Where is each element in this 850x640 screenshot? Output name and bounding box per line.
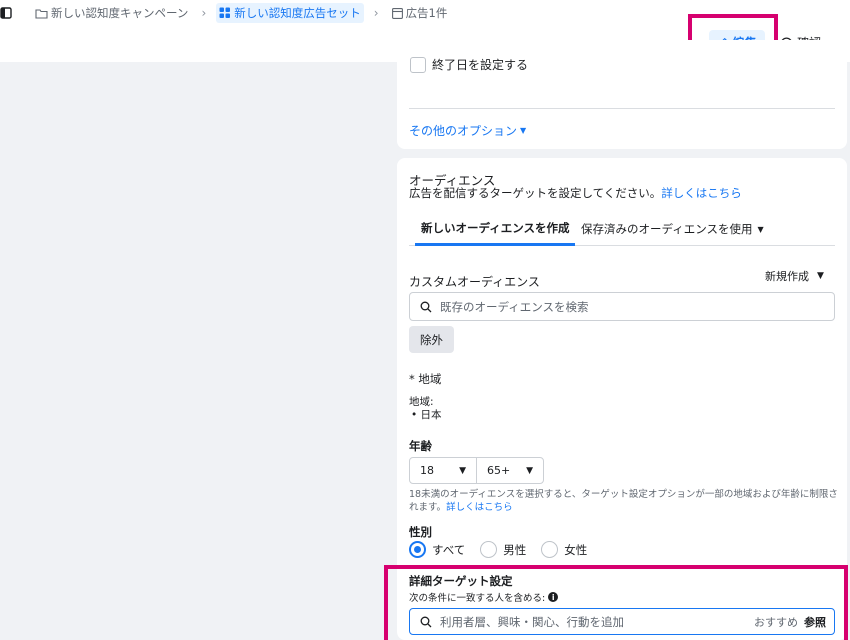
chevron-right-icon: › (201, 6, 207, 20)
radio-button[interactable] (541, 541, 559, 558)
breadcrumb-adset-label: 新しい認知度広告セット (234, 6, 361, 20)
new-create-label: 新規作成 (765, 270, 809, 283)
gender-option-all[interactable]: すべて (409, 541, 465, 558)
audience-subtitle: 広告を配信するターゲットを設定してください。詳しくはこちら (409, 185, 742, 201)
gender-option-label: 男性 (503, 542, 527, 557)
age-min-value: 18 (420, 464, 434, 477)
breadcrumb-adset[interactable]: 新しい認知度広告セット (216, 3, 364, 23)
folder-icon (35, 8, 48, 19)
gender-radio-group: すべて 男性 女性 (409, 541, 597, 558)
age-max-select[interactable]: 65+ ▼ (476, 457, 544, 484)
exclude-button[interactable]: 除外 (409, 326, 454, 353)
age-note-learn-more-link[interactable]: 詳しくはこちら (446, 502, 513, 513)
breadcrumb: 新しい認知度キャンペーン › 新しい認知度広告セット › 広告1件 (0, 3, 450, 23)
radio-button[interactable] (409, 541, 426, 558)
ad-icon (391, 7, 403, 19)
more-options-link[interactable]: その他のオプション ▼ (409, 122, 526, 139)
end-date-checkbox-row[interactable]: 終了日を設定する (410, 56, 528, 73)
age-note: 18未満のオーディエンスを選択すると、ターゲット設定オプションが一部の地域および… (409, 488, 839, 514)
tab-saved-audience[interactable]: 保存済みのオーディエンスを使用 ▼ (581, 212, 764, 246)
breadcrumb-ads-label: 広告1件 (405, 6, 448, 20)
age-min-select[interactable]: 18 ▼ (409, 457, 477, 484)
audience-subtitle-text: 広告を配信するターゲットを設定してください。 (409, 186, 662, 200)
search-icon (420, 301, 432, 313)
audience-search-input[interactable]: 既存のオーディエンスを検索 (409, 292, 835, 321)
tab-create-new-audience[interactable]: 新しいオーディエンスを作成 (415, 212, 576, 246)
new-create-dropdown[interactable]: 新規作成 ▼ (765, 268, 824, 284)
more-options-label: その他のオプション (409, 124, 518, 138)
audience-tabs: 新しいオーディエンスを作成 保存済みのオーディエンスを使用 ▼ (409, 212, 835, 246)
caret-down-icon: ▼ (757, 224, 764, 234)
learn-more-link[interactable]: 詳しくはこちら (661, 186, 742, 200)
tab-saved-audience-label: 保存済みのオーディエンスを使用 (581, 222, 753, 236)
caret-down-icon: ▼ (520, 126, 527, 135)
end-date-label: 終了日を設定する (432, 58, 529, 72)
left-panel (0, 62, 397, 640)
gender-option-label: 女性 (564, 542, 588, 557)
location-value: • 日本 (411, 409, 442, 421)
caret-down-icon: ▼ (459, 465, 466, 476)
breadcrumb-campaign[interactable]: 新しい認知度キャンペーン (32, 3, 191, 23)
audience-search-placeholder: 既存のオーディエンスを検索 (440, 299, 589, 314)
age-label: 年齢 (409, 439, 432, 453)
gender-option-label: すべて (432, 542, 466, 557)
custom-audience-label: カスタムオーディエンス (409, 275, 540, 289)
breadcrumb-campaign-label: 新しい認知度キャンペーン (51, 6, 189, 20)
location-label: * 地域 (409, 372, 442, 386)
gender-option-male[interactable]: 男性 (480, 541, 526, 558)
caret-down-icon: ▼ (526, 465, 533, 476)
gender-label: 性別 (409, 525, 432, 539)
breadcrumb-ads[interactable]: 広告1件 (389, 3, 451, 23)
radio-button[interactable] (480, 541, 498, 558)
gender-option-female[interactable]: 女性 (541, 541, 587, 558)
age-max-value: 65+ (487, 464, 511, 477)
sidebar-toggle-icon[interactable] (0, 7, 12, 19)
caret-down-icon: ▼ (817, 271, 824, 281)
chevron-right-icon: › (373, 6, 379, 20)
divider (409, 108, 835, 109)
end-date-checkbox[interactable] (410, 56, 426, 73)
grid-icon (219, 7, 231, 19)
detailed-targeting-highlight-box (384, 565, 848, 640)
